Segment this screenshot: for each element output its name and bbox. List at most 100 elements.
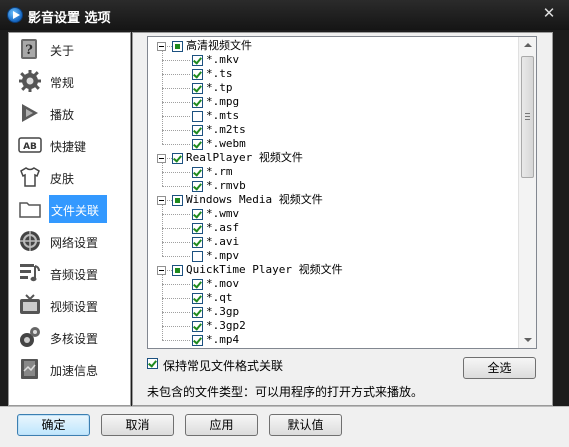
file-type-label: *.webm	[206, 137, 246, 150]
file-type-tree[interactable]: 高清视频文件 *.mkv *.ts *.tp *.mpg *.mts *.m2ts *.web…	[147, 36, 537, 349]
file-type-label: *.mpg	[206, 95, 240, 108]
file-type-checkbox[interactable]	[192, 83, 203, 94]
title-bar: 影音设置 选项 ✕	[0, 0, 569, 30]
file-type-checkbox[interactable]	[192, 209, 203, 220]
sidebar-item[interactable]: ? 关于	[9, 34, 130, 64]
tree-item-row[interactable]: *.wmv	[148, 207, 518, 221]
select-all-button[interactable]: 全选	[463, 357, 536, 379]
tree-connector	[162, 163, 163, 186]
tree-item-row[interactable]: *.3gp	[148, 305, 518, 319]
group-checkbox[interactable]	[172, 153, 183, 164]
sidebar-item[interactable]: 多核设置	[9, 322, 130, 352]
network-icon	[18, 229, 42, 253]
file-type-label: *.tp	[206, 81, 233, 94]
tree-connector	[162, 172, 190, 173]
tree-item-row[interactable]: *.tp	[148, 81, 518, 95]
tree-item-row[interactable]: *.webm	[148, 137, 518, 151]
about-icon: ?	[18, 37, 42, 61]
sidebar-item[interactable]: 加速信息	[9, 354, 130, 384]
tree-connector	[162, 326, 190, 327]
tree-group-row[interactable]: 高清视频文件	[148, 39, 518, 53]
file-type-checkbox[interactable]	[192, 251, 203, 262]
sidebar-item[interactable]: 音频设置	[9, 258, 130, 288]
tree-item-row[interactable]: *.avi	[148, 235, 518, 249]
tree-item-row[interactable]: *.qt	[148, 291, 518, 305]
collapse-icon[interactable]	[157, 154, 166, 163]
keep-common-checkbox[interactable]	[147, 358, 158, 369]
file-type-label: *.avi	[206, 235, 240, 248]
settings-sidebar: ? 关于常规播放 AB 快捷键 皮肤 文件关联 网络设置 音频设置 视频设置多核设置加速信息	[8, 32, 131, 406]
group-checkbox[interactable]	[172, 195, 183, 206]
apply-button[interactable]: 应用	[185, 414, 258, 436]
tree-item-row[interactable]: *.asf	[148, 221, 518, 235]
tree-item-row[interactable]: *.mp4	[148, 333, 518, 347]
sidebar-item-label: 常规	[50, 76, 75, 90]
tree-connector	[162, 116, 190, 117]
scroll-up-arrow-icon[interactable]	[519, 37, 536, 54]
tree-item-row[interactable]: *.rm	[148, 165, 518, 179]
file-type-checkbox[interactable]	[192, 181, 203, 192]
cancel-button[interactable]: 取消	[101, 414, 174, 436]
tree-connector	[162, 60, 190, 61]
sidebar-item[interactable]: 网络设置	[9, 226, 130, 256]
file-type-checkbox[interactable]	[192, 111, 203, 122]
file-type-label: *.qt	[206, 291, 233, 304]
tree-item-row[interactable]: *.ts	[148, 67, 518, 81]
tree-connector	[162, 275, 163, 340]
sidebar-item-label: 多核设置	[50, 332, 99, 346]
tree-group-row[interactable]: RealPlayer 视频文件	[148, 151, 518, 165]
file-type-label: *.mpv	[206, 249, 240, 262]
audio-icon	[18, 261, 42, 285]
tree-connector	[162, 298, 190, 299]
tree-connector	[162, 102, 190, 103]
collapse-icon[interactable]	[157, 196, 166, 205]
file-type-checkbox[interactable]	[192, 139, 203, 150]
scroll-thumb[interactable]	[521, 56, 534, 178]
file-type-checkbox[interactable]	[192, 69, 203, 80]
collapse-icon[interactable]	[157, 42, 166, 51]
file-type-checkbox[interactable]	[192, 293, 203, 304]
dialog-button-bar: 确定 取消 应用 默认值	[0, 406, 569, 447]
tree-scrollbar[interactable]	[518, 37, 536, 348]
tree-item-row[interactable]: *.rmvb	[148, 179, 518, 193]
tree-item-row[interactable]: *.3gp2	[148, 319, 518, 333]
svg-text:?: ?	[25, 43, 33, 58]
file-type-checkbox[interactable]	[192, 335, 203, 346]
file-type-checkbox[interactable]	[192, 279, 203, 290]
play-icon	[18, 101, 42, 125]
ok-button[interactable]: 确定	[17, 414, 90, 436]
unlisted-types-note: 未包含的文件类型：可以用程序的打开方式来播放。	[147, 385, 424, 399]
sidebar-item[interactable]: 播放	[9, 98, 130, 128]
scroll-down-arrow-icon[interactable]	[519, 331, 536, 348]
defaults-button[interactable]: 默认值	[269, 414, 342, 436]
sidebar-item[interactable]: 视频设置	[9, 290, 130, 320]
tree-connector	[162, 130, 190, 131]
file-type-checkbox[interactable]	[192, 223, 203, 234]
group-checkbox[interactable]	[172, 265, 183, 276]
collapse-icon[interactable]	[157, 266, 166, 275]
tree-item-row[interactable]: *.mkv	[148, 53, 518, 67]
sidebar-item[interactable]: AB 快捷键	[9, 130, 130, 160]
file-type-checkbox[interactable]	[192, 125, 203, 136]
group-checkbox[interactable]	[172, 41, 183, 52]
sidebar-item[interactable]: 文件关联	[9, 194, 130, 224]
file-type-checkbox[interactable]	[192, 55, 203, 66]
tree-group-row[interactable]: QuickTime Player 视频文件	[148, 263, 518, 277]
tree-item-row[interactable]: *.m2ts	[148, 123, 518, 137]
file-type-checkbox[interactable]	[192, 237, 203, 248]
tree-group-row[interactable]: Windows Media 视频文件	[148, 193, 518, 207]
file-type-checkbox[interactable]	[192, 307, 203, 318]
close-icon[interactable]: ✕	[541, 5, 557, 21]
file-type-checkbox[interactable]	[192, 167, 203, 178]
folder-icon	[18, 197, 42, 221]
tree-item-row[interactable]: *.mov	[148, 277, 518, 291]
file-type-checkbox[interactable]	[192, 321, 203, 332]
tree-item-row[interactable]: *.mpv	[148, 249, 518, 263]
tree-item-row[interactable]: *.mpg	[148, 95, 518, 109]
file-type-checkbox[interactable]	[192, 97, 203, 108]
sidebar-item[interactable]: 常规	[9, 66, 130, 96]
sidebar-item[interactable]: 皮肤	[9, 162, 130, 192]
tree-item-row[interactable]: *.mts	[148, 109, 518, 123]
grip-line	[525, 119, 530, 120]
app-logo-icon	[7, 7, 23, 23]
